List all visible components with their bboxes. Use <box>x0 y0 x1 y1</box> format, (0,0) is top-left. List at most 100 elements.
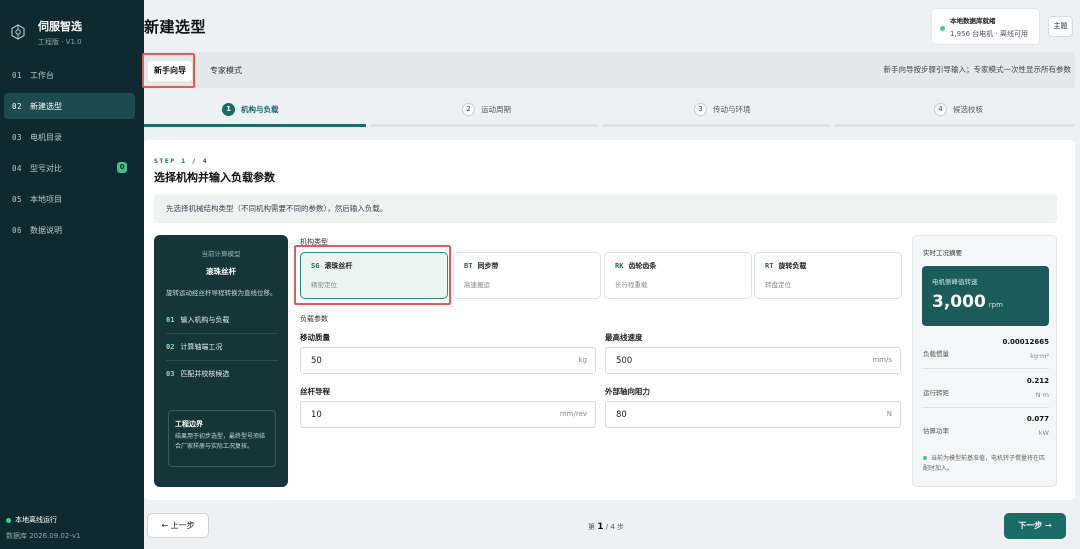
step-3[interactable]: 3 传动与环境 <box>694 103 751 116</box>
peak-speed-value-line: 3,000 rpm <box>932 292 1049 312</box>
page-title: 新建选型 <box>144 18 207 36</box>
peak-speed-card: 电机侧峰值转速 3,000 rpm <box>922 266 1049 326</box>
mechanism-card-timing-belt[interactable]: BT 同步带 高速搬运 <box>453 252 601 299</box>
step-tag: STEP 1 / 4 <box>154 157 209 165</box>
summary-note-text: 当前为模型前基准值，电机转子惯量将在匹配时加入。 <box>923 455 1046 472</box>
note-dot-icon <box>923 456 927 460</box>
sidebar-item-model-compare[interactable]: 04 型号对比 0 <box>4 155 135 181</box>
force-value: 80 <box>616 410 627 420</box>
summary-note: 当前为模型前基准值，电机转子惯量将在匹配时加入。 <box>923 454 1049 474</box>
lead-field[interactable]: 10 mm/rev <box>300 401 596 428</box>
sidebar-item-dashboard[interactable]: 01 工作台 <box>4 62 135 88</box>
summary-unit: N·m <box>1035 391 1049 399</box>
mechanism-card-rotary-load[interactable]: RT 旋转负载 转盘定位 <box>754 252 902 299</box>
step-label: 候选校核 <box>953 105 983 114</box>
sidebar-footer: 本地离线运行 数据库 2026.09.02-v1 <box>6 515 80 541</box>
sidebar-nav: 01 工作台 02 新建选型 03 电机目录 04 型号对比 0 05 本地项目… <box>0 62 144 243</box>
step-label: 机构与负载 <box>241 105 279 114</box>
calc-step-num: 03 <box>166 370 175 378</box>
calc-step: 01 输入机构与负载 <box>166 307 278 334</box>
step-progress-3 <box>602 124 830 127</box>
mechanism-code: BT <box>464 262 473 270</box>
step-1[interactable]: 1 机构与负载 <box>222 103 279 116</box>
db-ready-dot-icon <box>940 26 945 31</box>
boundary-title: 工程边界 <box>175 420 203 428</box>
highlight-box <box>294 245 451 305</box>
stepper: 1 机构与负载 2 运动周期 3 传动与环境 4 候选校核 <box>144 95 1075 128</box>
mechanism-code: RK <box>615 262 624 270</box>
sidebar-item-local-projects[interactable]: 05 本地项目 <box>4 186 135 212</box>
force-field[interactable]: 80 N <box>605 401 901 428</box>
mechanism-desc: 长行程重载 <box>615 281 648 289</box>
engineering-boundary: 工程边界 结果用于初步选型，最终型号须结合厂家样册与实际工况复核。 <box>168 410 276 467</box>
step-progress-2 <box>370 124 598 127</box>
prev-step-button[interactable]: ← 上一步 <box>147 513 209 538</box>
db-status-title: 本地数据库就绪 <box>950 17 996 25</box>
calc-step-num: 02 <box>166 343 175 351</box>
summary-unit: kW <box>1038 429 1049 437</box>
nav-label: 型号对比 <box>30 163 63 173</box>
offline-status: 本地离线运行 <box>6 515 80 525</box>
step-progress-4 <box>834 124 1075 127</box>
wizard-footer: ← 上一步 第 1 / 4 步 下一步 → <box>144 503 1080 549</box>
pager-prefix: 第 <box>588 523 595 531</box>
step-label: 运动周期 <box>481 105 511 114</box>
mass-field[interactable]: 50 kg <box>300 347 596 374</box>
nav-number: 04 <box>12 163 23 173</box>
peak-speed-label: 电机侧峰值转速 <box>932 278 978 286</box>
step-content-card: STEP 1 / 4 选择机构并输入负载参数 先选择机械结构类型（不同机构需要不… <box>144 140 1075 500</box>
theme-button[interactable]: 主题 <box>1048 16 1073 37</box>
brand: 伺服智选 工程版 · V1.0 <box>0 0 144 50</box>
mechanism-name: 同步带 <box>477 262 499 270</box>
mechanism-desc: 转盘定位 <box>765 281 791 289</box>
boundary-text: 结果用于初步选型，最终型号须结合厂家样册与实际工况复核。 <box>175 433 266 450</box>
sidebar-item-new-selection[interactable]: 02 新建选型 <box>4 93 135 119</box>
info-banner: 先选择机械结构类型（不同机构需要不同的参数），然后输入负载。 <box>154 194 1057 223</box>
db-version: 数据库 2026.09.02-v1 <box>6 532 81 540</box>
summary-value: 0.077 <box>1026 415 1049 423</box>
tab-expert-mode[interactable]: 专家模式 <box>204 61 248 81</box>
summary-row-torque: 运行转矩 0.212 N·m <box>923 375 1049 408</box>
summary-row-power: 估算功率 0.077 kW <box>923 413 1049 446</box>
highlight-box <box>142 53 195 88</box>
step-label: 传动与环境 <box>713 105 751 114</box>
nav-number: 06 <box>12 225 23 235</box>
speed-field[interactable]: 500 mm/s <box>605 347 901 374</box>
nav-label: 数据说明 <box>30 225 63 235</box>
nav-label: 本地项目 <box>30 194 63 204</box>
force-label: 外部轴向阻力 <box>605 387 650 396</box>
nav-number: 02 <box>12 101 23 111</box>
offline-status-text: 本地离线运行 <box>15 516 57 524</box>
db-status-sub: 1,956 台电机 · 离线可用 <box>950 30 1028 38</box>
step-2[interactable]: 2 运动周期 <box>462 103 511 116</box>
pager-current: 1 <box>597 522 604 532</box>
next-step-button[interactable]: 下一步 → <box>1004 513 1066 539</box>
step-progress-1 <box>144 124 366 127</box>
summary-caption: 实时工况摘要 <box>923 249 962 257</box>
calc-model-panel: 当前计算模型 滚珠丝杆 旋转运动经丝杆导程转换为直线位移。 01 输入机构与负载 … <box>154 235 288 487</box>
compare-count-badge: 0 <box>117 162 127 173</box>
mechanism-card-rack-pinion[interactable]: RK 齿轮齿条 长行程重载 <box>604 252 752 299</box>
summary-value: 0.00012665 <box>1002 338 1050 346</box>
summary-row-inertia: 负载惯量 0.00012665 kg·m² <box>923 336 1049 369</box>
calc-step: 03 匹配并校核候选 <box>166 361 278 388</box>
mass-value: 50 <box>311 356 322 366</box>
summary-label: 负载惯量 <box>923 350 949 358</box>
summary-value: 0.212 <box>1026 377 1049 385</box>
realtime-summary-panel: 实时工况摘要 电机侧峰值转速 3,000 rpm 负载惯量 0.00012665 … <box>912 235 1057 487</box>
nav-label: 电机目录 <box>30 132 63 142</box>
sidebar: 伺服智选 工程版 · V1.0 01 工作台 02 新建选型 03 电机目录 0… <box>0 0 144 549</box>
calc-step-num: 01 <box>166 316 175 324</box>
mode-hint: 新手向导按步骤引导输入；专家模式一次性显示所有参数 <box>883 65 1072 74</box>
peak-speed-value: 3,000 <box>932 292 986 312</box>
calc-steps: 01 输入机构与负载 02 计算轴端工况 03 匹配并校核候选 <box>166 307 278 388</box>
sidebar-item-data-notes[interactable]: 06 数据说明 <box>4 217 135 243</box>
mass-label: 移动质量 <box>300 333 330 342</box>
sidebar-item-motor-catalog[interactable]: 03 电机目录 <box>4 124 135 150</box>
nav-number: 01 <box>12 70 23 80</box>
step-4[interactable]: 4 候选校核 <box>934 103 983 116</box>
load-params-label: 负载参数 <box>300 315 328 323</box>
calc-step: 02 计算轴端工况 <box>166 334 278 361</box>
summary-unit: kg·m² <box>1030 352 1049 360</box>
mechanism-desc: 高速搬运 <box>464 281 490 289</box>
